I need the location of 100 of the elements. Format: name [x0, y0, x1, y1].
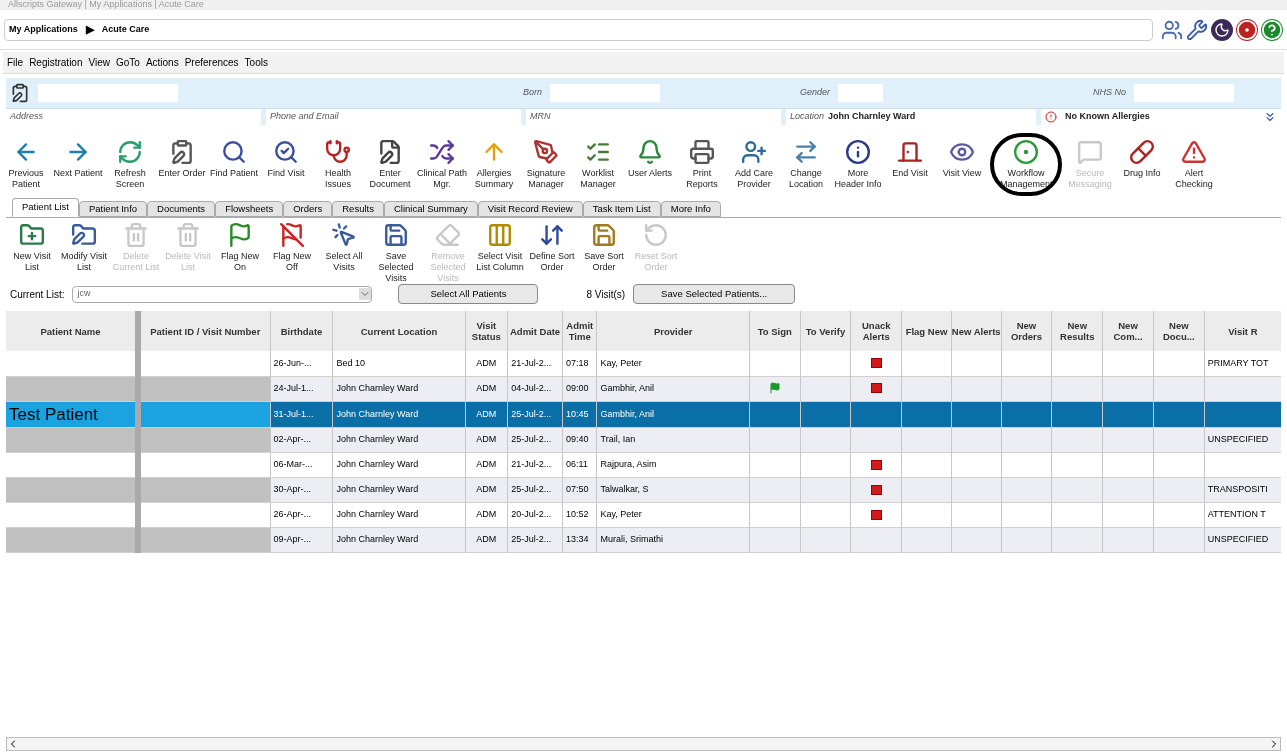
- record-icon[interactable]: [1236, 18, 1258, 41]
- info-icon: [845, 139, 871, 165]
- toolbar-button[interactable]: Print Reports: [676, 139, 728, 190]
- toolbar-button[interactable]: Find Patient: [208, 139, 260, 179]
- list-dropdown[interactable]: jcw: [72, 285, 373, 303]
- tab[interactable]: Documents: [147, 201, 216, 217]
- table-cell: 25-Jul-2...: [511, 534, 552, 545]
- table-cell: 25-Jul-2...: [511, 434, 552, 445]
- clipboard-icon: [169, 139, 195, 165]
- table-row[interactable]: 06-Mar-... John Charnley Ward ADM 21-Jul-2... 06:11 Rajpura, Asim: [6, 452, 1281, 478]
- expand-icon[interactable]: [1263, 110, 1277, 124]
- toolbar-button[interactable]: Worklist Manager: [572, 139, 624, 190]
- table-row[interactable]: 24-Jul-1... John Charnley Ward ADM 04-Jul-2... 09:00 Gambhir, Anil: [6, 376, 1281, 401]
- search-icon: [273, 139, 299, 165]
- tab[interactable]: Visit Record Review: [477, 201, 583, 217]
- table-row[interactable]: Test Patient 31-Jul-1... John Charnley Ward ADM 25-Jul-2... 10:45 Gambhir, Anil: [6, 401, 1281, 428]
- toolbar-button[interactable]: Select Visit List Column: [474, 222, 526, 273]
- toolbar-button[interactable]: More Header Info: [832, 139, 884, 190]
- toolbar-button[interactable]: Next Patient: [52, 139, 104, 179]
- table-row[interactable]: 09-Apr-... John Charnley Ward ADM 25-Jul-2... 13:34 Murali, Srimathi UNSPECIFIED: [6, 527, 1281, 553]
- table-cell: John Charnley Ward: [336, 459, 419, 470]
- table-cell: 21-Jul-2...: [511, 357, 552, 368]
- menu-item[interactable]: Preferences: [184, 55, 239, 70]
- toolbar-button[interactable]: Modify Visit List: [58, 222, 110, 273]
- toolbar-button[interactable]: Drug Info: [1116, 139, 1168, 179]
- toolbar-button[interactable]: Previous Patient: [0, 139, 52, 190]
- table-cell: 06-Mar-...: [273, 459, 313, 470]
- tab[interactable]: More Info: [660, 201, 721, 217]
- toolbar-button[interactable]: New Visit List: [6, 222, 58, 273]
- moon-icon[interactable]: [1211, 18, 1233, 41]
- toolbar-button[interactable]: Change Location: [780, 139, 832, 190]
- pill-icon: [1129, 139, 1155, 165]
- input-field[interactable]: [38, 84, 178, 102]
- table-row[interactable]: 26-Jun-... Bed 10 ADM 21-Jul-2... 07:18 Kay, Peter PRIMARY TOT: [6, 351, 1281, 376]
- tab[interactable]: Task Item List: [582, 201, 661, 217]
- table-cell: ADM: [476, 509, 497, 520]
- toolbar-button[interactable]: Enter Order: [156, 139, 208, 179]
- wrench-icon[interactable]: [1186, 18, 1208, 41]
- toolbar-button[interactable]: Health Issues: [312, 139, 364, 190]
- table-cell: 09:00: [565, 382, 589, 393]
- toolbar-button[interactable]: Signature Manager: [520, 139, 572, 190]
- toolbar-button[interactable]: Clinical Path Mgr.: [416, 139, 468, 190]
- toolbar-button[interactable]: User Alerts: [624, 139, 676, 179]
- menu-item[interactable]: File: [7, 55, 24, 70]
- breadcrumb-link[interactable]: Acute Care: [101, 22, 150, 37]
- breadcrumb-link[interactable]: My Applications: [9, 22, 78, 37]
- toolbar-button[interactable]: Enter Document: [364, 139, 416, 190]
- table-cell: ADM: [476, 357, 497, 368]
- menu-item[interactable]: GoTo: [116, 55, 140, 70]
- reset-icon: [643, 222, 669, 248]
- toolbar-button[interactable]: End Visit: [884, 139, 936, 179]
- toolbar-button[interactable]: Save Sort Order: [578, 222, 630, 273]
- toolbar-button[interactable]: Alert Checking: [1168, 139, 1220, 190]
- menu-item[interactable]: Actions: [145, 55, 179, 70]
- toolbar-button[interactable]: Define Sort Order: [526, 222, 578, 273]
- search-icon: [221, 139, 247, 165]
- tab[interactable]: Patient Info: [79, 201, 148, 217]
- table-cell: 24-Jul-1...: [273, 382, 314, 393]
- toolbar-button[interactable]: Select All Visits: [318, 222, 370, 273]
- table-cell: 10:52: [565, 509, 589, 520]
- table-row[interactable]: 26-Apr-... John Charnley Ward ADM 20-Jul-2... 10:52 Kay, Peter ATTENTION T: [6, 502, 1281, 528]
- toolbar-button[interactable]: Refresh Screen: [104, 139, 156, 190]
- input-field[interactable]: [838, 84, 884, 102]
- alert-icon: [1045, 111, 1057, 123]
- input-field[interactable]: [1134, 84, 1235, 102]
- toolbar-button[interactable]: Visit View: [936, 139, 988, 179]
- tab[interactable]: Patient List: [12, 198, 79, 217]
- tab[interactable]: Flowsheets: [215, 201, 284, 217]
- field-label: Address: [10, 110, 44, 124]
- sort-icon: [539, 222, 565, 248]
- table-cell: John Charnley Ward: [336, 408, 419, 419]
- toolbar-button[interactable]: Allergies Summary: [468, 139, 520, 190]
- table-row[interactable]: 30-Apr-... John Charnley Ward ADM 25-Jul-2... 07:50 Talwalkar, S TRANSPOSITI: [6, 477, 1281, 503]
- input-field[interactable]: [550, 84, 660, 102]
- toolbar-button[interactable]: Flag New Off: [266, 222, 318, 273]
- menu-item[interactable]: Registration: [29, 55, 83, 70]
- target-icon: [1013, 139, 1039, 165]
- tab[interactable]: Orders: [283, 201, 333, 217]
- tab[interactable]: Results: [332, 201, 384, 217]
- select-all-button[interactable]: Select All Patients: [398, 284, 539, 304]
- toolbar-button[interactable]: Add Care Provider: [728, 139, 780, 190]
- menu-item[interactable]: Tools: [244, 55, 268, 70]
- menu-item[interactable]: View: [88, 55, 110, 70]
- table-cell: 26-Apr-...: [273, 509, 312, 520]
- table-cell: John Charnley Ward: [336, 484, 419, 495]
- help-icon[interactable]: [1261, 18, 1283, 41]
- toolbar-button[interactable]: Save Selected Visits: [370, 222, 422, 284]
- save-selected-button[interactable]: Save Selected Patients...: [633, 284, 796, 304]
- table-cell: 20-Jul-2...: [511, 509, 552, 520]
- table-cell: Test Patient: [9, 404, 98, 424]
- user-plus-icon: [741, 139, 767, 165]
- field-label: Current List:: [10, 287, 65, 302]
- table-cell: 06:11: [565, 459, 588, 470]
- toolbar-button[interactable]: Flag New On: [214, 222, 266, 273]
- table-cell: ADM: [476, 382, 497, 393]
- horizontal-scrollbar[interactable]: [6, 737, 1281, 751]
- toolbar-button[interactable]: Find Visit: [260, 139, 312, 179]
- tab[interactable]: Clinical Summary: [383, 201, 478, 217]
- users-icon[interactable]: [1161, 18, 1183, 41]
- table-row[interactable]: 02-Apr-... John Charnley Ward ADM 25-Jul-2... 09:40 Trail, Ian UNSPECIFIED: [6, 427, 1281, 453]
